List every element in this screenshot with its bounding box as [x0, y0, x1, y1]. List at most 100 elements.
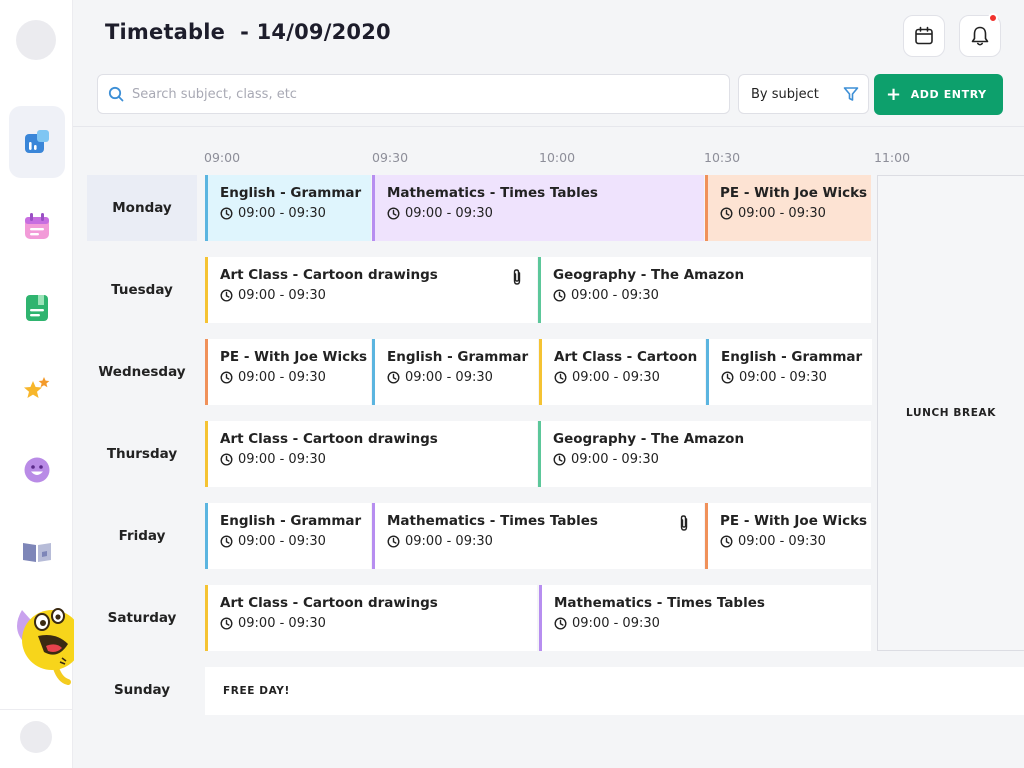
timetable-entry[interactable]: Geography - The Amazon 09:00 - 09:30: [538, 257, 871, 323]
entry-time: 09:00 - 09:30: [238, 534, 326, 549]
entry-time: 09:00 - 09:30: [572, 616, 660, 631]
day-label-wednesday: Wednesday: [98, 364, 186, 380]
entry-time: 09:00 - 09:30: [738, 534, 826, 549]
clock-icon: [553, 289, 566, 302]
timetable-entry[interactable]: Mathematics - Times Tables 09:00 - 09:30: [372, 503, 704, 569]
entry-time: 09:00 - 09:30: [738, 206, 826, 221]
clock-icon: [387, 535, 400, 548]
entry-title: PE - With Joe Wicks: [220, 349, 368, 365]
notifications-button[interactable]: [959, 13, 1001, 57]
timetable-entry[interactable]: English - Grammar 09:00 - 09:30: [205, 503, 371, 569]
clock-icon: [220, 371, 233, 384]
timetable-entry[interactable]: Art Class - Cartoon 09:00 - 09:30: [539, 339, 705, 405]
entry-time: 09:00 - 09:30: [238, 288, 326, 303]
clock-icon: [553, 453, 566, 466]
filter-icon: [843, 87, 859, 101]
timetable-entry[interactable]: Mathematics - Times Tables 09:00 - 09:30: [539, 585, 871, 651]
mascot-illustration: [16, 602, 74, 686]
search-bar[interactable]: [97, 74, 730, 114]
day-label-tuesday: Tuesday: [111, 282, 173, 298]
entry-time: 09:00 - 09:30: [571, 288, 659, 303]
time-label: 09:30: [372, 150, 409, 165]
attachment-icon[interactable]: [511, 268, 523, 286]
timetable-entry[interactable]: PE - With Joe Wicks 09:00 - 09:30: [205, 339, 371, 405]
search-input[interactable]: [132, 86, 692, 102]
day-label-friday: Friday: [118, 528, 166, 544]
day-label-monday: Monday: [87, 175, 197, 241]
clock-icon: [554, 617, 567, 630]
sidebar-item-dashboard[interactable]: [9, 106, 65, 178]
timetable-entry[interactable]: English - Grammar 09:00 - 09:30: [205, 175, 371, 241]
lunch-break-block: LUNCH BREAK: [877, 175, 1024, 651]
time-label: 11:00: [874, 150, 911, 165]
time-label: 10:30: [704, 150, 741, 165]
entry-title: English - Grammar: [387, 349, 529, 365]
time-label: 10:00: [539, 150, 576, 165]
entry-time: 09:00 - 09:30: [405, 534, 493, 549]
sidebar-divider: [0, 709, 72, 710]
user-avatar[interactable]: [20, 721, 52, 753]
timetable-entry[interactable]: Art Class - Cartoon drawings 09:00 - 09:…: [205, 421, 537, 487]
stars-icon: [24, 377, 50, 398]
entry-title: English - Grammar: [220, 513, 362, 529]
entry-time: 09:00 - 09:30: [572, 370, 660, 385]
calendar-icon: [915, 26, 933, 45]
entry-title: Mathematics - Times Tables: [387, 185, 598, 201]
timetable-entry[interactable]: English - Grammar 09:00 - 09:30: [372, 339, 538, 405]
entry-time: 09:00 - 09:30: [405, 370, 493, 385]
entry-title: Mathematics - Times Tables: [554, 595, 765, 611]
timetable-entry[interactable]: Art Class - Cartoon drawings 09:00 - 09:…: [205, 257, 537, 323]
entry-title: Geography - The Amazon: [553, 431, 745, 447]
free-day-banner: FREE DAY!: [205, 667, 1024, 715]
timetable-entry[interactable]: PE - With Joe Wicks 09:00 - 09:30: [705, 503, 871, 569]
timetable-entry[interactable]: English - Grammar 09:00 - 09:30: [706, 339, 872, 405]
book-icon: [26, 295, 48, 321]
entry-title: PE - With Joe Wicks: [720, 513, 868, 529]
entry-time: 09:00 - 09:30: [739, 370, 827, 385]
top-avatar[interactable]: [16, 20, 56, 60]
sidebar: [0, 0, 74, 768]
attachment-icon[interactable]: [678, 514, 690, 532]
search-icon: [108, 86, 124, 102]
entry-title: Mathematics - Times Tables: [387, 513, 598, 529]
entry-time: 09:00 - 09:30: [238, 206, 326, 221]
entry-title: Art Class - Cartoon drawings: [220, 595, 438, 611]
entry-time: 09:00 - 09:30: [238, 370, 326, 385]
filter-dropdown[interactable]: By subject: [738, 74, 869, 114]
clock-icon: [220, 453, 233, 466]
sidebar-item-emotions[interactable]: [9, 434, 65, 506]
page-title: Timetable - 14/09/2020: [105, 20, 391, 44]
sidebar-item-library[interactable]: [9, 515, 65, 587]
sidebar-item-book[interactable]: [9, 272, 65, 344]
entry-title: Art Class - Cartoon drawings: [220, 267, 438, 283]
planner-icon: [25, 213, 49, 239]
bell-icon: [971, 26, 989, 46]
day-label-saturday: Saturday: [107, 610, 177, 626]
add-entry-label: ADD ENTRY: [910, 88, 987, 101]
entry-time: 09:00 - 09:30: [405, 206, 493, 221]
entry-time: 09:00 - 09:30: [571, 452, 659, 467]
clock-icon: [387, 207, 400, 220]
calendar-button[interactable]: [903, 15, 945, 57]
clock-icon: [220, 207, 233, 220]
timetable-entry[interactable]: Mathematics - Times Tables 09:00 - 09:30: [372, 175, 704, 241]
dashboard-icon: [25, 130, 49, 153]
sidebar-item-rewards[interactable]: [9, 353, 65, 425]
notification-dot: [988, 13, 998, 23]
entry-title: Art Class - Cartoon drawings: [220, 431, 438, 447]
clock-icon: [554, 371, 567, 384]
entry-time: 09:00 - 09:30: [238, 452, 326, 467]
add-entry-button[interactable]: + ADD ENTRY: [874, 74, 1003, 115]
clock-icon: [220, 535, 233, 548]
entry-time: 09:00 - 09:30: [238, 616, 326, 631]
sidebar-item-planner[interactable]: [9, 190, 65, 262]
day-label-sunday: Sunday: [113, 682, 171, 698]
open-book-icon: [23, 543, 51, 562]
timetable-entry[interactable]: Geography - The Amazon 09:00 - 09:30: [538, 421, 871, 487]
clock-icon: [220, 617, 233, 630]
day-label-thursday: Thursday: [106, 446, 178, 462]
timetable-entry[interactable]: Art Class - Cartoon drawings 09:00 - 09:…: [205, 585, 537, 651]
timetable-entry[interactable]: PE - With Joe Wicks 09:00 - 09:30: [705, 175, 871, 241]
clock-icon: [387, 371, 400, 384]
entry-title: English - Grammar: [220, 185, 362, 201]
